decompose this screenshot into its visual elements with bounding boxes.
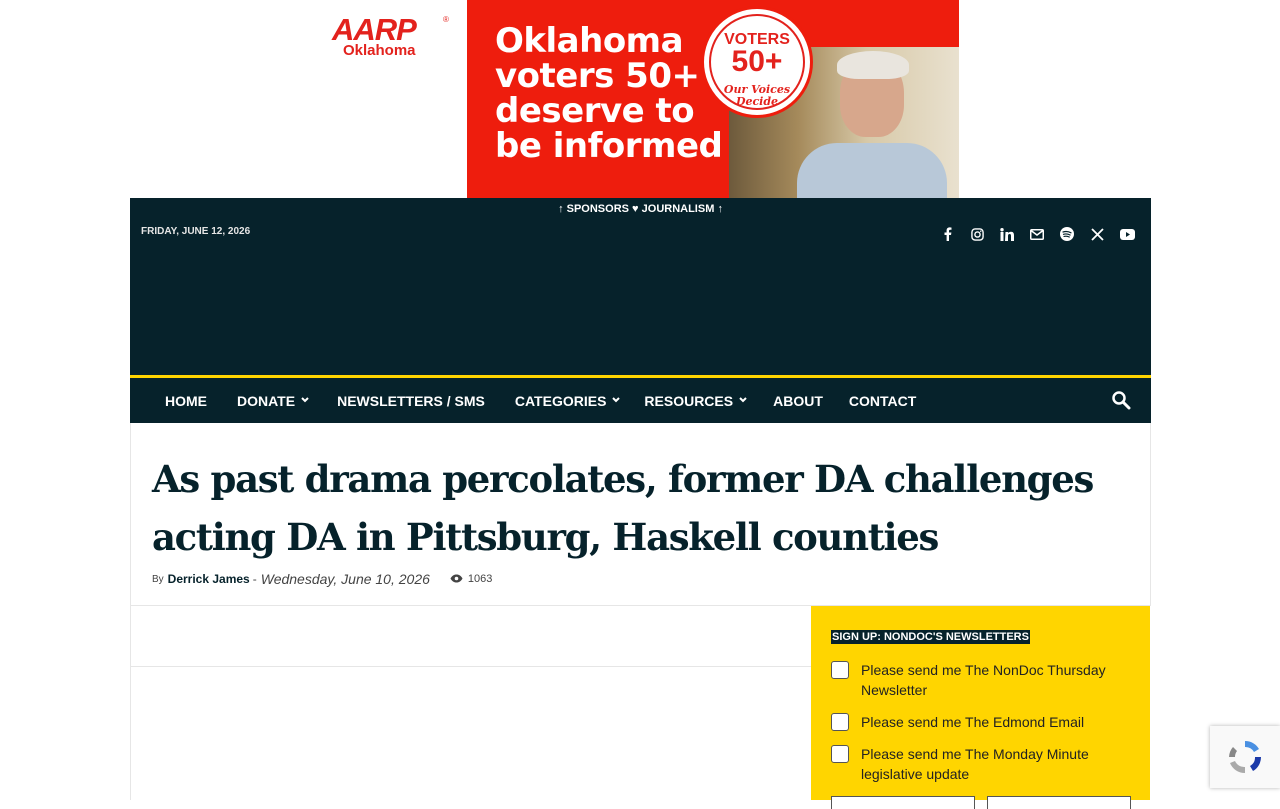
header-date: FRIDAY, JUNE 12, 2026: [141, 226, 251, 237]
registered-mark: ®: [443, 15, 449, 24]
article-header: As past drama percolates, former DA chal…: [130, 423, 1151, 606]
article-date: Wednesday, June 10, 2026: [260, 571, 430, 587]
nav-label: HOME: [165, 392, 207, 409]
nav-donate[interactable]: DONATE: [237, 393, 309, 409]
nav-contact[interactable]: CONTACT: [849, 393, 916, 409]
view-count: 1063: [450, 572, 492, 586]
badge-50-plus: 50+: [731, 45, 783, 78]
youtube-icon[interactable]: [1119, 226, 1135, 242]
nav-label: RESOURCES: [644, 392, 734, 409]
nav-label: NEWSLETTERS / SMS: [337, 392, 485, 409]
sponsors-journalism-line: ↑ SPONSORS ♥ JOURNALISM ↑: [130, 203, 1151, 215]
option-label: Please send me The Monday Minute legisla…: [861, 746, 1089, 782]
main-nav: HOME DONATE NEWSLETTERS / SMS CATEGORIES…: [130, 378, 1151, 423]
eye-icon: [450, 572, 463, 586]
option-label: Please send me The Edmond Email: [861, 714, 1085, 730]
byline: By Derrick James - Wednesday, June 10, 2…: [152, 571, 492, 587]
sponsors-label: SPONSORS: [566, 203, 629, 215]
site-header: ↑ SPONSORS ♥ JOURNALISM ↑ FRIDAY, JUNE 1…: [130, 198, 1151, 375]
option-label: Please send me The NonDoc Thursday Newsl…: [861, 662, 1106, 698]
facebook-icon[interactable]: [939, 226, 955, 242]
checkbox[interactable]: [831, 713, 849, 731]
heart-icon: ♥: [632, 203, 639, 215]
newsletter-option-monday[interactable]: Please send me The Monday Minute legisla…: [831, 745, 1131, 784]
divider: [130, 666, 811, 667]
nav-home[interactable]: HOME: [165, 393, 207, 409]
nav-label: CONTACT: [848, 392, 917, 409]
aarp-state-label: Oklahoma: [343, 42, 416, 59]
by-label: By: [152, 573, 164, 585]
last-name-field[interactable]: [987, 796, 1131, 809]
badge-slogan: Our Voices Decide: [723, 83, 791, 108]
mail-icon[interactable]: [1029, 226, 1045, 242]
newsletter-option-edmond[interactable]: Please send me The Edmond Email: [831, 713, 1131, 732]
byline-separator: -: [252, 572, 257, 586]
journalism-label: JOURNALISM: [641, 203, 715, 215]
recaptcha-icon: [1229, 740, 1262, 774]
ad-photo-hair: [837, 51, 909, 79]
newsletter-option-thursday[interactable]: Please send me The NonDoc Thursday Newsl…: [831, 661, 1131, 700]
spotify-icon[interactable]: [1059, 226, 1075, 242]
newsletter-title: SIGN UP: NONDOC'S NEWSLETTERS: [831, 630, 1030, 644]
nav-categories[interactable]: CATEGORIES: [515, 393, 621, 409]
nav-resources[interactable]: RESOURCES: [644, 393, 747, 409]
author-link[interactable]: Derrick James: [168, 572, 250, 586]
linkedin-icon[interactable]: [999, 226, 1015, 242]
nav-label: CATEGORIES: [514, 392, 607, 409]
ad-photo-shirt: [797, 143, 947, 198]
advertisement[interactable]: AARP ® Oklahoma Oklahoma voters 50+ dese…: [0, 0, 1280, 198]
arrow-up-icon: ↑: [558, 203, 564, 215]
chevron-down-icon: [301, 395, 309, 406]
checkbox[interactable]: [831, 745, 849, 763]
voters-badge: VOTERS 50+ Our Voices Decide: [701, 6, 813, 118]
first-name-field[interactable]: [831, 796, 975, 809]
chevron-down-icon: [612, 395, 621, 406]
views-number: 1063: [467, 573, 493, 585]
nav-about[interactable]: ABOUT: [773, 393, 823, 409]
ad-headline: Oklahoma voters 50+ deserve to be inform…: [495, 21, 723, 166]
arrow-up-icon: ↑: [717, 203, 723, 215]
chevron-down-icon: [739, 395, 747, 406]
instagram-icon[interactable]: [969, 226, 985, 242]
recaptcha-badge[interactable]: [1210, 726, 1280, 788]
ad-banner[interactable]: Oklahoma voters 50+ deserve to be inform…: [467, 0, 959, 198]
nav-label: DONATE: [237, 392, 296, 409]
search-icon[interactable]: [1111, 390, 1131, 410]
article-title: As past drama percolates, former DA chal…: [152, 457, 1094, 559]
checkbox[interactable]: [831, 661, 849, 679]
nav-label: ABOUT: [773, 392, 823, 409]
nav-newsletters-sms[interactable]: NEWSLETTERS / SMS: [337, 393, 485, 409]
article-body-area: [130, 606, 811, 800]
social-links: [939, 226, 1135, 242]
newsletter-signup: SIGN UP: NONDOC'S NEWSLETTERS Please sen…: [811, 606, 1150, 809]
x-icon[interactable]: [1089, 226, 1105, 242]
